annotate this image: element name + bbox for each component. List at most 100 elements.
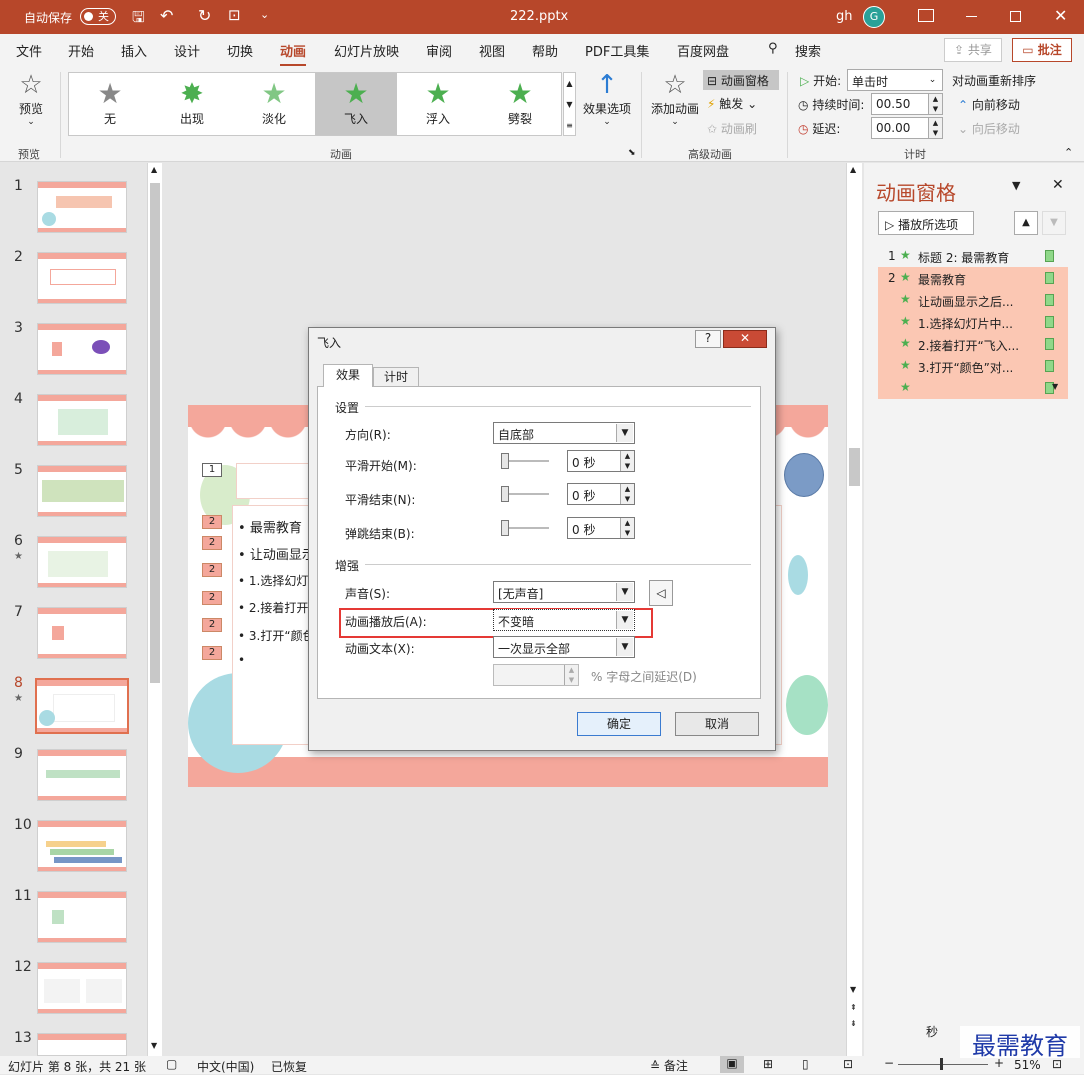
- effect-none[interactable]: ★ 无: [69, 73, 151, 135]
- animation-painter-button[interactable]: ✩ 动画刷: [707, 120, 757, 137]
- slide-thumbnail[interactable]: [37, 607, 127, 659]
- slide-thumbnail[interactable]: [37, 181, 127, 233]
- animation-tag[interactable]: 2: [202, 536, 222, 550]
- animation-tag[interactable]: 2: [202, 646, 222, 660]
- minimize-icon[interactable]: [966, 16, 977, 17]
- slide-thumbnail[interactable]: [37, 394, 127, 446]
- slide-thumbnail[interactable]: [37, 820, 127, 872]
- smooth-start-slider[interactable]: [501, 453, 549, 469]
- slide-thumbnail[interactable]: [37, 962, 127, 1014]
- effect-fly-in[interactable]: ★ 飞入: [315, 73, 397, 135]
- animation-tag[interactable]: 2: [202, 563, 222, 577]
- effect-appear[interactable]: ✸ 出现: [151, 73, 233, 135]
- start-select[interactable]: 单击时 ⌄: [847, 69, 943, 91]
- move-up-button[interactable]: ▲: [1014, 211, 1038, 235]
- move-earlier-button[interactable]: ⌃ 向前移动: [958, 96, 1020, 113]
- notes-button[interactable]: ≙ 备注: [650, 1057, 688, 1074]
- tab-animations[interactable]: 动画: [280, 41, 307, 67]
- zoom-out-button[interactable]: −: [884, 1056, 894, 1070]
- tab-transitions[interactable]: 切换: [227, 41, 253, 60]
- smooth-end-slider[interactable]: [501, 486, 549, 502]
- avatar[interactable]: G: [863, 6, 885, 28]
- after-animation-select[interactable]: 不变暗 ▼: [493, 609, 635, 631]
- animation-tag[interactable]: 2: [202, 515, 222, 529]
- pane-close-icon[interactable]: ✕: [1052, 177, 1064, 193]
- zoom-slider[interactable]: [898, 1058, 988, 1070]
- redo-icon[interactable]: ↻: [198, 6, 211, 25]
- direction-select[interactable]: 自底部 ▼: [493, 422, 635, 444]
- search-icon[interactable]: ⚲: [768, 41, 778, 56]
- tab-view[interactable]: 视图: [479, 41, 505, 60]
- dialog-launcher-icon[interactable]: ⬊: [628, 148, 636, 158]
- gallery-scroll[interactable]: ▲ ▼ ≡: [563, 72, 576, 136]
- add-animation-button[interactable]: ☆ 添加动画 ⌄: [648, 70, 702, 138]
- share-button[interactable]: ⇪ 共享: [944, 38, 1002, 62]
- tab-pdf[interactable]: PDF工具集: [585, 41, 649, 60]
- reading-view-icon[interactable]: ▯: [802, 1057, 809, 1071]
- tab-timing[interactable]: 计时: [373, 367, 419, 387]
- animation-item[interactable]: ★ 让动画显示之后...: [878, 289, 1068, 311]
- thumbs-scrollbar[interactable]: ▲ ▼: [147, 163, 162, 1056]
- effect-fade[interactable]: ★ 淡化: [233, 73, 315, 135]
- slide-thumbnail[interactable]: [37, 749, 127, 801]
- slide-thumbnail[interactable]: [37, 1033, 127, 1056]
- close-icon[interactable]: ✕: [1054, 6, 1067, 25]
- tab-home[interactable]: 开始: [68, 41, 94, 60]
- search-label[interactable]: 搜索: [795, 41, 821, 60]
- effect-float-in[interactable]: ★ 浮入: [397, 73, 479, 135]
- normal-view-icon[interactable]: ▣: [720, 1056, 744, 1073]
- expand-icon[interactable]: ▼: [1052, 382, 1058, 391]
- tab-insert[interactable]: 插入: [121, 41, 147, 60]
- zoom-level[interactable]: 51%: [1014, 1058, 1041, 1072]
- animation-pane-button[interactable]: ⊟ 动画窗格: [703, 70, 779, 90]
- slide-thumbnail[interactable]: [37, 252, 127, 304]
- duration-input[interactable]: 00.50 ▲ ▼: [871, 93, 943, 115]
- sound-select[interactable]: [无声音] ▼: [493, 581, 635, 603]
- trigger-button[interactable]: ⚡ 触发 ⌄: [707, 95, 757, 112]
- slide-thumbnail-selected[interactable]: [35, 678, 129, 734]
- tab-effect[interactable]: 效果: [323, 364, 373, 387]
- delay-input[interactable]: 00.00 ▲ ▼: [871, 117, 943, 139]
- slide-thumbnail[interactable]: [37, 891, 127, 943]
- preview-button[interactable]: ☆ 预览 ⌄: [12, 70, 50, 134]
- tab-slideshow[interactable]: 幻灯片放映: [334, 41, 399, 60]
- ribbon-display-icon[interactable]: [918, 9, 934, 22]
- animate-text-select[interactable]: 一次显示全部 ▼: [493, 636, 635, 658]
- slide-sorter-icon[interactable]: ⊞: [763, 1057, 773, 1071]
- play-selected-button[interactable]: ▷ 播放所选项: [878, 211, 974, 235]
- move-down-button[interactable]: ▼: [1042, 211, 1066, 235]
- dialog-close-button[interactable]: ✕: [723, 330, 767, 348]
- language[interactable]: 中文(中国): [197, 1058, 254, 1075]
- autosave-toggle[interactable]: 关: [80, 8, 116, 25]
- smooth-start-input[interactable]: 0 秒 ▲ ▼: [567, 450, 635, 472]
- slide-thumbnail[interactable]: [37, 465, 127, 517]
- customize-icon[interactable]: ⌄: [260, 8, 269, 21]
- animation-tag[interactable]: 1: [202, 463, 222, 477]
- effect-split[interactable]: ★ 劈裂: [479, 73, 561, 135]
- canvas-scrollbar[interactable]: ▲ ▼ ⇞ ⇟: [846, 163, 862, 1056]
- animation-item[interactable]: 1 ★ 标题 2: 最需教育: [878, 245, 1068, 267]
- ok-button[interactable]: 确定: [577, 712, 661, 736]
- tab-file[interactable]: 文件: [16, 41, 42, 60]
- collapse-ribbon-icon[interactable]: ⌃: [1064, 146, 1073, 159]
- slide-thumbnail[interactable]: [37, 323, 127, 375]
- save-icon[interactable]: 🖫: [132, 7, 145, 32]
- tab-review[interactable]: 审阅: [426, 41, 452, 60]
- bounce-end-slider[interactable]: [501, 520, 549, 536]
- animation-item[interactable]: 2 ★ 最需教育: [878, 267, 1068, 289]
- comment-button[interactable]: ▭ 批注: [1012, 38, 1072, 62]
- presentation-icon[interactable]: ⊡: [228, 6, 241, 24]
- animation-item[interactable]: ★ 3.打开“颜色”对...: [878, 355, 1068, 377]
- animation-item[interactable]: ★ ▼: [878, 377, 1068, 399]
- cancel-button[interactable]: 取消: [675, 712, 759, 736]
- help-button[interactable]: ?: [695, 330, 721, 348]
- maximize-icon[interactable]: [1010, 11, 1021, 22]
- effect-options-button[interactable]: ↑ 效果选项 ⌄: [582, 70, 632, 138]
- tab-help[interactable]: 帮助: [532, 41, 558, 60]
- animation-tag[interactable]: 2: [202, 618, 222, 632]
- animation-item[interactable]: ★ 1.选择幻灯片中...: [878, 311, 1068, 333]
- accessibility-icon[interactable]: ▢: [166, 1057, 177, 1071]
- tab-design[interactable]: 设计: [174, 41, 200, 60]
- slide-thumbnail[interactable]: [37, 536, 127, 588]
- smooth-end-input[interactable]: 0 秒 ▲ ▼: [567, 483, 635, 505]
